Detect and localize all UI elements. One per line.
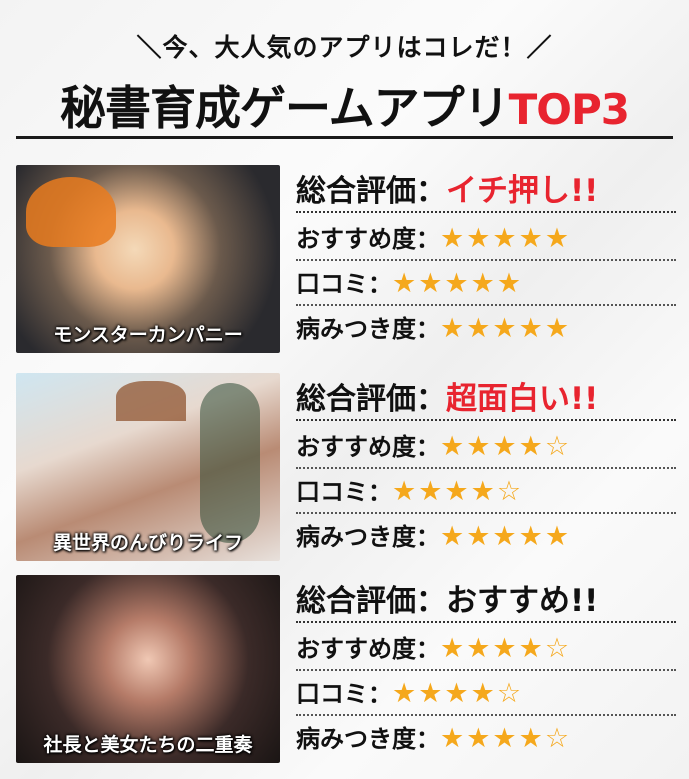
game-card-3[interactable]: 社長と美女たちの二重奏 総合評価：おすすめ!! おすすめ度：★★★★☆ 口コミ：… <box>16 575 676 765</box>
overall-rating-row: 総合評価：おすすめ!! <box>296 575 676 623</box>
reviews-label: 口コミ <box>296 270 368 298</box>
colon: ： <box>416 433 440 461</box>
colon: ： <box>416 635 440 663</box>
colon: ： <box>416 315 440 343</box>
star-rating: ★★★★★ <box>440 223 572 254</box>
overall-label: 総合評価 <box>296 382 416 417</box>
recommend-label: おすすめ度 <box>296 433 416 461</box>
reviews-row: 口コミ：★★★★☆ <box>296 472 676 514</box>
overall-rating-row: 総合評価：超面白い!! <box>296 373 676 421</box>
rating-panel-3: 総合評価：おすすめ!! おすすめ度：★★★★☆ 口コミ：★★★★☆ 病みつき度：… <box>296 575 676 762</box>
reviews-row: 口コミ：★★★★☆ <box>296 674 676 716</box>
colon: ： <box>416 382 446 417</box>
overall-label: 総合評価 <box>296 584 416 619</box>
page-title-main: 秘書育成ゲームアプリ <box>60 81 510 135</box>
overall-label: 総合評価 <box>296 174 416 209</box>
recommend-row: おすすめ度：★★★★☆ <box>296 427 676 469</box>
addictive-label: 病みつき度 <box>296 315 416 343</box>
page-title: 秘書育成ゲームアプリTOP3 <box>0 72 689 138</box>
game-thumbnail-1[interactable]: モンスターカンパニー <box>16 165 280 353</box>
star-rating: ★★★★☆ <box>392 476 524 507</box>
reviews-row: 口コミ：★★★★★ <box>296 264 676 306</box>
star-rating: ★★★★☆ <box>440 633 572 664</box>
recommend-row: おすすめ度：★★★★★ <box>296 219 676 261</box>
colon: ： <box>416 174 446 209</box>
colon: ： <box>368 270 392 298</box>
character-figure-shape <box>200 383 260 543</box>
star-rating: ★★★★☆ <box>392 678 524 709</box>
star-rating: ★★★★★ <box>440 313 572 344</box>
rating-panel-2: 総合評価：超面白い!! おすすめ度：★★★★☆ 口コミ：★★★★☆ 病みつき度：… <box>296 373 676 560</box>
game-card-1[interactable]: モンスターカンパニー 総合評価：イチ押し!! おすすめ度：★★★★★ 口コミ：★… <box>16 165 676 355</box>
addictive-label: 病みつき度 <box>296 523 416 551</box>
colon: ： <box>416 523 440 551</box>
game-title-2: 異世界のんびりライフ <box>52 532 243 554</box>
colon: ： <box>416 225 440 253</box>
addictive-row: 病みつき度：★★★★★ <box>296 309 676 349</box>
addictive-row: 病みつき度：★★★★☆ <box>296 719 676 759</box>
overall-value: イチ押し!! <box>446 173 599 209</box>
recommend-label: おすすめ度 <box>296 225 416 253</box>
recommend-label: おすすめ度 <box>296 635 416 663</box>
reviews-label: 口コミ <box>296 478 368 506</box>
game-card-2[interactable]: 異世界のんびりライフ 総合評価：超面白い!! おすすめ度：★★★★☆ 口コミ：★… <box>16 373 676 563</box>
title-divider <box>16 136 673 139</box>
overall-value: おすすめ!! <box>446 583 599 619</box>
colon: ： <box>416 725 440 753</box>
reviews-label: 口コミ <box>296 680 368 708</box>
character-hair-shape <box>116 381 186 421</box>
game-title-1: モンスターカンパニー <box>53 324 243 346</box>
game-title-3: 社長と美女たちの二重奏 <box>43 734 253 756</box>
game-thumbnail-3[interactable]: 社長と美女たちの二重奏 <box>16 575 280 763</box>
overall-rating-row: 総合評価：イチ押し!! <box>296 165 676 213</box>
addictive-row: 病みつき度：★★★★★ <box>296 517 676 557</box>
rating-panel-1: 総合評価：イチ押し!! おすすめ度：★★★★★ 口コミ：★★★★★ 病みつき度：… <box>296 165 676 352</box>
overall-value: 超面白い!! <box>446 381 599 417</box>
colon: ： <box>368 680 392 708</box>
star-rating: ★★★★★ <box>440 521 572 552</box>
star-rating: ★★★★★ <box>392 268 524 299</box>
colon: ： <box>416 584 446 619</box>
character-hat-shape <box>26 177 116 247</box>
recommend-row: おすすめ度：★★★★☆ <box>296 629 676 671</box>
star-rating: ★★★★☆ <box>440 723 572 754</box>
addictive-label: 病みつき度 <box>296 725 416 753</box>
header-subtitle: ＼今、大人気のアプリはコレだ！／ <box>136 33 553 62</box>
page-title-accent: TOP3 <box>508 85 630 134</box>
star-rating: ★★★★☆ <box>440 431 572 462</box>
game-thumbnail-2[interactable]: 異世界のんびりライフ <box>16 373 280 561</box>
colon: ： <box>368 478 392 506</box>
